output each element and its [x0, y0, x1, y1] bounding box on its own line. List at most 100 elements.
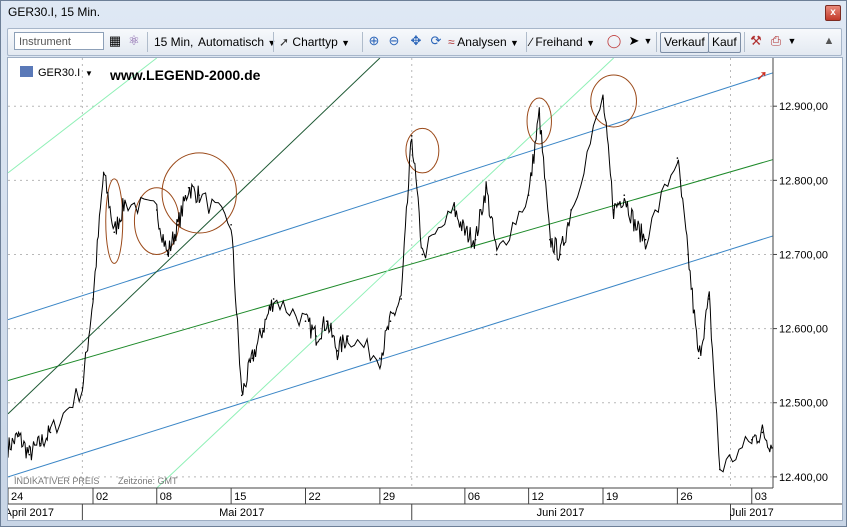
price-point: [240, 394, 243, 397]
x-tick-label: 03: [755, 491, 767, 503]
toolbar-separator: [744, 32, 745, 52]
trendline: [7, 159, 774, 381]
price-point: [187, 186, 190, 189]
price-chart[interactable]: 12.900,00 12.800,00 12.700,00 12.600,00 12.5…: [4, 57, 842, 520]
indicative-price-note: INDIKATIVER PREIS: [14, 476, 99, 486]
price-point: [602, 97, 604, 100]
price-point: [495, 253, 498, 256]
chevron-down-icon: ▼: [509, 38, 519, 48]
analyses-icon: ≈: [448, 35, 455, 49]
pen-line-icon: ∕: [530, 35, 533, 49]
y-tick-label: 12.500,00: [779, 398, 828, 410]
instrument-list-icon[interactable]: ▦: [107, 33, 123, 49]
eraser-icon[interactable]: ◯: [606, 33, 622, 49]
price-point: [708, 298, 711, 300]
chart-pane: 12.900,00 12.800,00 12.700,00 12.600,00 12.5…: [4, 57, 843, 521]
price-point: [474, 238, 477, 241]
toolbar-separator: [656, 32, 657, 52]
price-point: [251, 357, 254, 360]
highlight-ellipse: [161, 152, 237, 234]
price-point: [304, 320, 307, 322]
trendline: [7, 235, 774, 478]
buy-button[interactable]: Kauf: [708, 32, 741, 53]
y-tick-label: 12.900,00: [779, 101, 828, 113]
x-tick-label: 22: [309, 491, 321, 503]
x-tick-label: 29: [383, 491, 395, 503]
price-series: [7, 94, 774, 473]
price-point: [634, 224, 636, 226]
chevron-down-icon[interactable]: ▼: [640, 33, 656, 49]
highlight-ellipse: [405, 127, 440, 174]
tools-icon[interactable]: ⚒: [748, 33, 764, 49]
indicator-icon[interactable]: ⚛: [126, 33, 142, 49]
trendline: [7, 57, 381, 415]
x-axis: 24 02 08 15 22 29 06 12 19 26 03 April 2017 Mai 2017…: [4, 487, 842, 520]
highlight-ellipse: [590, 74, 637, 128]
zoom-in-icon[interactable]: ⊕: [366, 33, 382, 49]
price-point: [410, 135, 413, 137]
interval-dropdown[interactable]: 15 Min,: [154, 32, 193, 52]
x-tick-label: 08: [160, 491, 172, 503]
mode-label: Automatisch: [198, 35, 265, 49]
x-tick-label: 19: [606, 491, 618, 503]
price-point: [527, 194, 530, 196]
price-point: [28, 453, 31, 456]
chevron-down-icon: ▼: [341, 38, 351, 48]
price-point: [464, 231, 466, 234]
pin-icon[interactable]: ▲: [821, 33, 837, 49]
price-point: [49, 431, 52, 434]
price-point: [697, 357, 700, 360]
x-tick-label: 24: [11, 491, 23, 503]
mode-dropdown[interactable]: Automatisch ▼: [198, 32, 276, 52]
chevron-down-icon[interactable]: ▼: [85, 69, 93, 78]
price-point: [166, 253, 169, 256]
x-tick-label: 06: [468, 491, 480, 503]
price-point: [453, 209, 456, 211]
toolbar: Instrument ▦ ⚛ 15 Min, Automatisch ▼ ➚ C…: [7, 28, 842, 56]
analyses-label: Analysen: [457, 35, 507, 49]
y-tick-label: 12.600,00: [779, 324, 828, 336]
title-bar: GER30.I, 15 Min. x: [1, 1, 846, 25]
price-point: [538, 112, 541, 115]
price-point: [102, 172, 105, 174]
x-month-label: Juni 2017: [537, 507, 585, 519]
chevron-down-icon[interactable]: ▼: [784, 33, 800, 49]
freehand-dropdown[interactable]: ∕ Freihand ▼: [530, 32, 595, 52]
price-point: [92, 298, 94, 300]
price-point: [549, 238, 551, 241]
close-button[interactable]: x: [825, 5, 841, 21]
toolbar-separator: [273, 32, 274, 52]
zoom-out-icon[interactable]: ⊖: [386, 33, 402, 49]
x-tick-label: 15: [234, 491, 246, 503]
instrument-input[interactable]: Instrument: [14, 32, 104, 50]
drawing-overlays: [7, 57, 774, 489]
move-icon[interactable]: ✥: [408, 33, 424, 49]
price-point: [389, 320, 392, 322]
y-axis: 12.900,00 12.800,00 12.700,00 12.600,00 12.5…: [772, 58, 842, 520]
y-tick-label: 12.700,00: [779, 249, 828, 261]
freehand-label: Freihand: [535, 35, 583, 49]
symbol-label[interactable]: GER30.I: [38, 67, 80, 79]
analyses-dropdown[interactable]: ≈ Analysen ▼: [448, 32, 519, 52]
price-point: [336, 350, 339, 352]
x-tick-label: 12: [532, 491, 544, 503]
refresh-icon[interactable]: ⟳: [428, 33, 444, 49]
sell-label: Verkauf: [664, 35, 705, 49]
price-point: [81, 387, 84, 389]
charttype-dropdown[interactable]: ➚ Charttyp ▼: [279, 32, 350, 52]
window-title: GER30.I, 15 Min.: [8, 5, 101, 19]
price-point: [570, 209, 572, 211]
price-point: [325, 320, 328, 322]
price-point: [272, 298, 275, 300]
interval-label: 15 Min,: [154, 35, 194, 49]
price-point: [400, 298, 402, 300]
trendline: [7, 72, 774, 321]
price-point: [421, 253, 424, 256]
price-point: [750, 439, 753, 441]
highlight-ellipse: [526, 97, 552, 145]
x-month-label: Juli 2017: [730, 507, 774, 519]
price-point: [177, 224, 179, 226]
print-icon[interactable]: ⎙: [768, 33, 784, 49]
trend-arrow-icon: ➚: [756, 67, 768, 83]
sell-button[interactable]: Verkauf: [660, 32, 709, 53]
